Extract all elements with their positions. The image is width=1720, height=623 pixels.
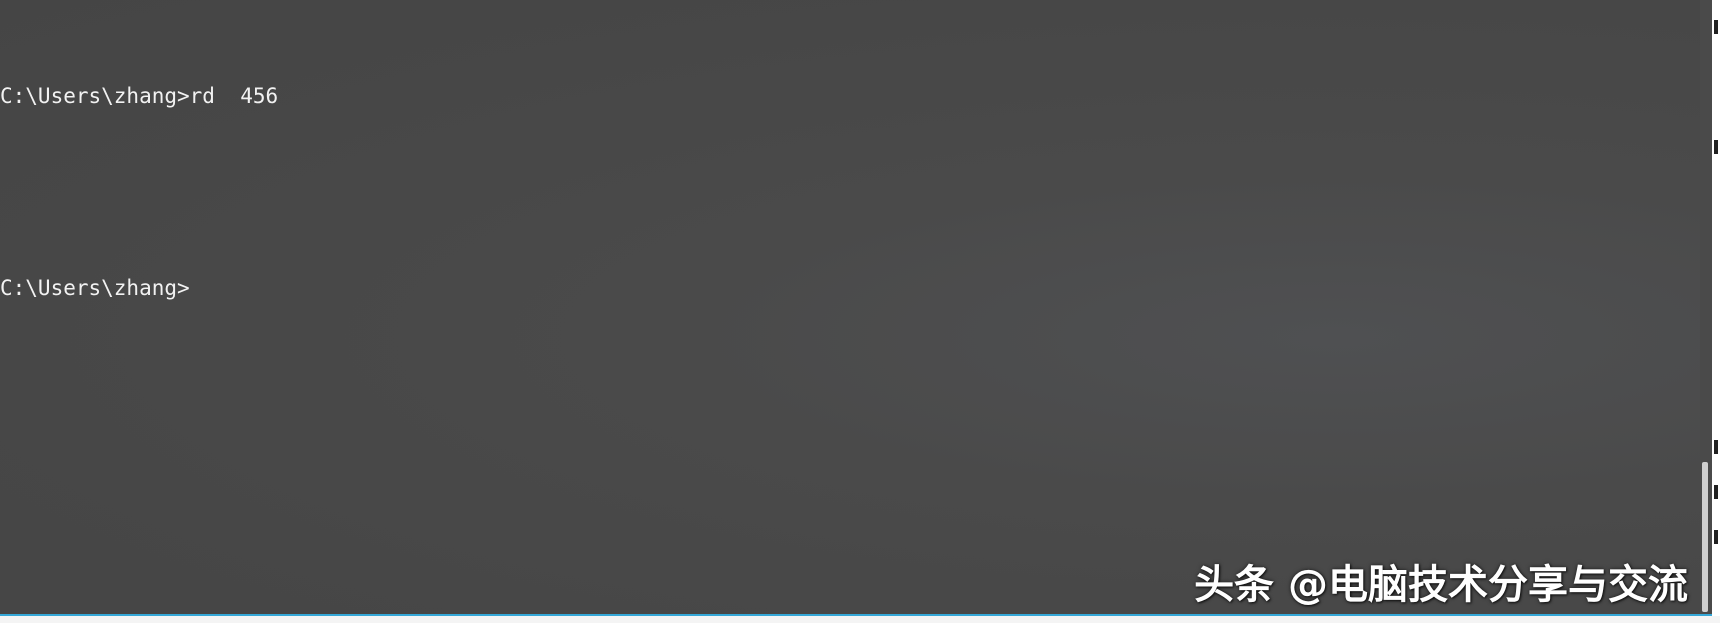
screen: C:\Users\zhang>rd 456 C:\Users\zhang> 头条… — [0, 0, 1720, 623]
background-text-fragment — [1714, 485, 1718, 499]
console-line: C:\Users\zhang>rd 456 — [0, 84, 279, 108]
background-window-strip — [0, 616, 1720, 623]
command-prompt-window[interactable]: C:\Users\zhang>rd 456 C:\Users\zhang> 头条… — [0, 0, 1712, 616]
background-text-fragment — [1714, 140, 1718, 154]
console-output[interactable]: C:\Users\zhang>rd 456 C:\Users\zhang> — [0, 16, 278, 368]
console-scrollbar[interactable] — [1700, 0, 1712, 614]
background-text-fragment — [1714, 530, 1718, 544]
background-text-fragment — [1714, 440, 1718, 454]
watermark-text: 头条 @电脑技术分享与交流 — [1194, 562, 1688, 608]
console-prompt-line[interactable]: C:\Users\zhang> — [0, 272, 278, 304]
background-window-edge — [1712, 0, 1720, 616]
background-text-fragment — [1714, 20, 1718, 34]
scrollbar-thumb[interactable] — [1702, 462, 1708, 612]
